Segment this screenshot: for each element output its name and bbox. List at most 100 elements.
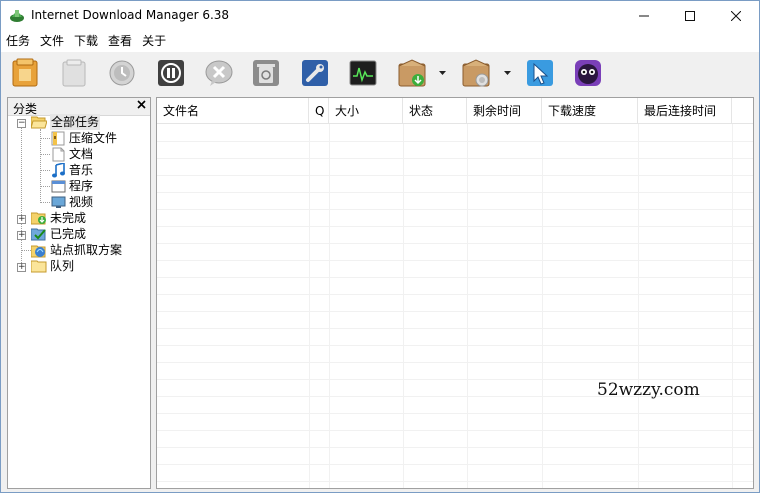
unfinished-folder-icon [31,212,46,225]
tree-item-label: 站点抓取方案 [50,243,123,257]
tree-connector [40,154,50,155]
column-header-filename[interactable]: 文件名 [157,98,309,124]
tree-item-label: 音乐 [69,163,94,177]
start-queue-button[interactable] [395,56,429,90]
tree-connector [40,186,50,187]
menu-tasks[interactable]: 任务 [1,31,35,52]
grid-line [157,311,753,312]
grid-line [157,226,753,227]
tree-connector [40,129,41,203]
stop-queue-dropdown[interactable] [503,70,511,76]
delete-completed-button[interactable] [249,56,283,90]
grid-line [403,124,404,488]
close-button[interactable] [713,1,759,31]
column-header-queue[interactable]: Q [309,98,329,124]
stop-button[interactable] [105,56,139,90]
tree-item-label: 队列 [50,259,75,273]
stop-icon [109,60,135,86]
start-queue-icon [398,59,426,87]
grid-line [157,413,753,414]
maximize-button[interactable] [667,1,713,31]
grid-line [309,124,310,488]
scheduler-icon [349,60,377,86]
start-queue-dropdown[interactable] [438,70,446,76]
grid-line [157,294,753,295]
tree-item-documents[interactable]: 文档 [50,146,93,162]
chevron-down-icon [503,71,511,75]
tree-item-label: 已完成 [50,227,87,241]
tree-item-programs[interactable]: 程序 [50,178,93,194]
program-icon [51,180,65,192]
grid-line [732,124,733,488]
tree-item-label: 文档 [69,147,94,161]
grabber-button[interactable] [523,56,557,90]
grid-line [157,277,753,278]
grabber-icon [527,60,553,86]
tree-item-music[interactable]: 音乐 [50,162,93,178]
column-header-status[interactable]: 状态 [403,98,467,124]
grid-line [157,141,753,142]
window-title: Internet Download Manager 6.38 [31,8,230,22]
tell-friend-button[interactable] [571,56,605,90]
tree-item-label: 压缩文件 [69,131,118,145]
tree-item-queues[interactable]: 队列 [31,258,74,274]
tree-item-finished[interactable]: 已完成 [31,226,86,242]
add-url-button[interactable] [9,56,43,90]
grid-line [157,243,753,244]
delete-button[interactable] [202,56,236,90]
tell-friend-icon [575,60,601,86]
tree-expand-unfinished[interactable]: + [17,215,26,224]
scheduler-button[interactable] [346,56,380,90]
menu-downloads[interactable]: 下载 [69,31,103,52]
tree-expand-finished[interactable]: + [17,231,26,240]
tree-item-unfinished[interactable]: 未完成 [31,210,86,226]
grid-line [157,447,753,448]
options-button[interactable] [298,56,332,90]
folder-icon [31,260,47,273]
tree-item-grabber-projects[interactable]: 站点抓取方案 [31,242,122,258]
category-panel-close-button[interactable] [137,99,146,113]
grid-line [157,345,753,346]
grid-line [157,158,753,159]
resume-icon [62,59,86,87]
tree-expand-queues[interactable]: + [17,263,26,272]
title-bar[interactable]: Internet Download Manager 6.38 [1,1,759,31]
stop-all-button[interactable] [154,56,188,90]
grid-line [638,124,639,488]
grid-line [157,209,753,210]
grid-line [157,430,753,431]
archive-icon [51,131,65,145]
grid-line [157,362,753,363]
chevron-down-icon [438,71,446,75]
grabber-projects-icon [31,245,46,257]
resume-button[interactable] [58,56,92,90]
maximize-icon [685,11,695,21]
close-icon [137,100,146,109]
grid-line [157,175,753,176]
list-header: 文件名 Q 大小 状态 剩余时间 下载速度 最后连接时间 [157,98,753,124]
add-url-icon [12,58,38,87]
grid-line [542,124,543,488]
delete-icon [205,60,233,86]
music-icon [52,162,65,177]
column-header-time-left[interactable]: 剩余时间 [467,98,542,124]
idm-app-icon [9,8,25,24]
tree-connector [40,138,50,139]
tree-item-all[interactable]: 全部任务 [31,114,101,130]
menu-help[interactable]: 关于 [137,31,171,52]
tree-item-label: 程序 [69,179,94,193]
menu-view[interactable]: 查看 [103,31,137,52]
tree-item-compressed[interactable]: 压缩文件 [50,130,117,146]
minimize-button[interactable] [621,1,667,31]
stop-queue-button[interactable] [459,56,493,90]
app-window: Internet Download Manager 6.38 任务 文件 下载 … [0,0,760,493]
download-list[interactable]: 文件名 Q 大小 状态 剩余时间 下载速度 最后连接时间 52wzzy.com [156,97,754,489]
menu-file[interactable]: 文件 [35,31,69,52]
column-header-size[interactable]: 大小 [329,98,403,124]
finished-folder-icon [31,228,46,241]
stop-all-icon [158,60,184,86]
column-header-last-try[interactable]: 最后连接时间 [638,98,732,124]
tree-collapse-all[interactable]: − [17,119,26,128]
tree-item-video[interactable]: 视频 [50,194,93,210]
column-header-transfer-rate[interactable]: 下载速度 [542,98,638,124]
